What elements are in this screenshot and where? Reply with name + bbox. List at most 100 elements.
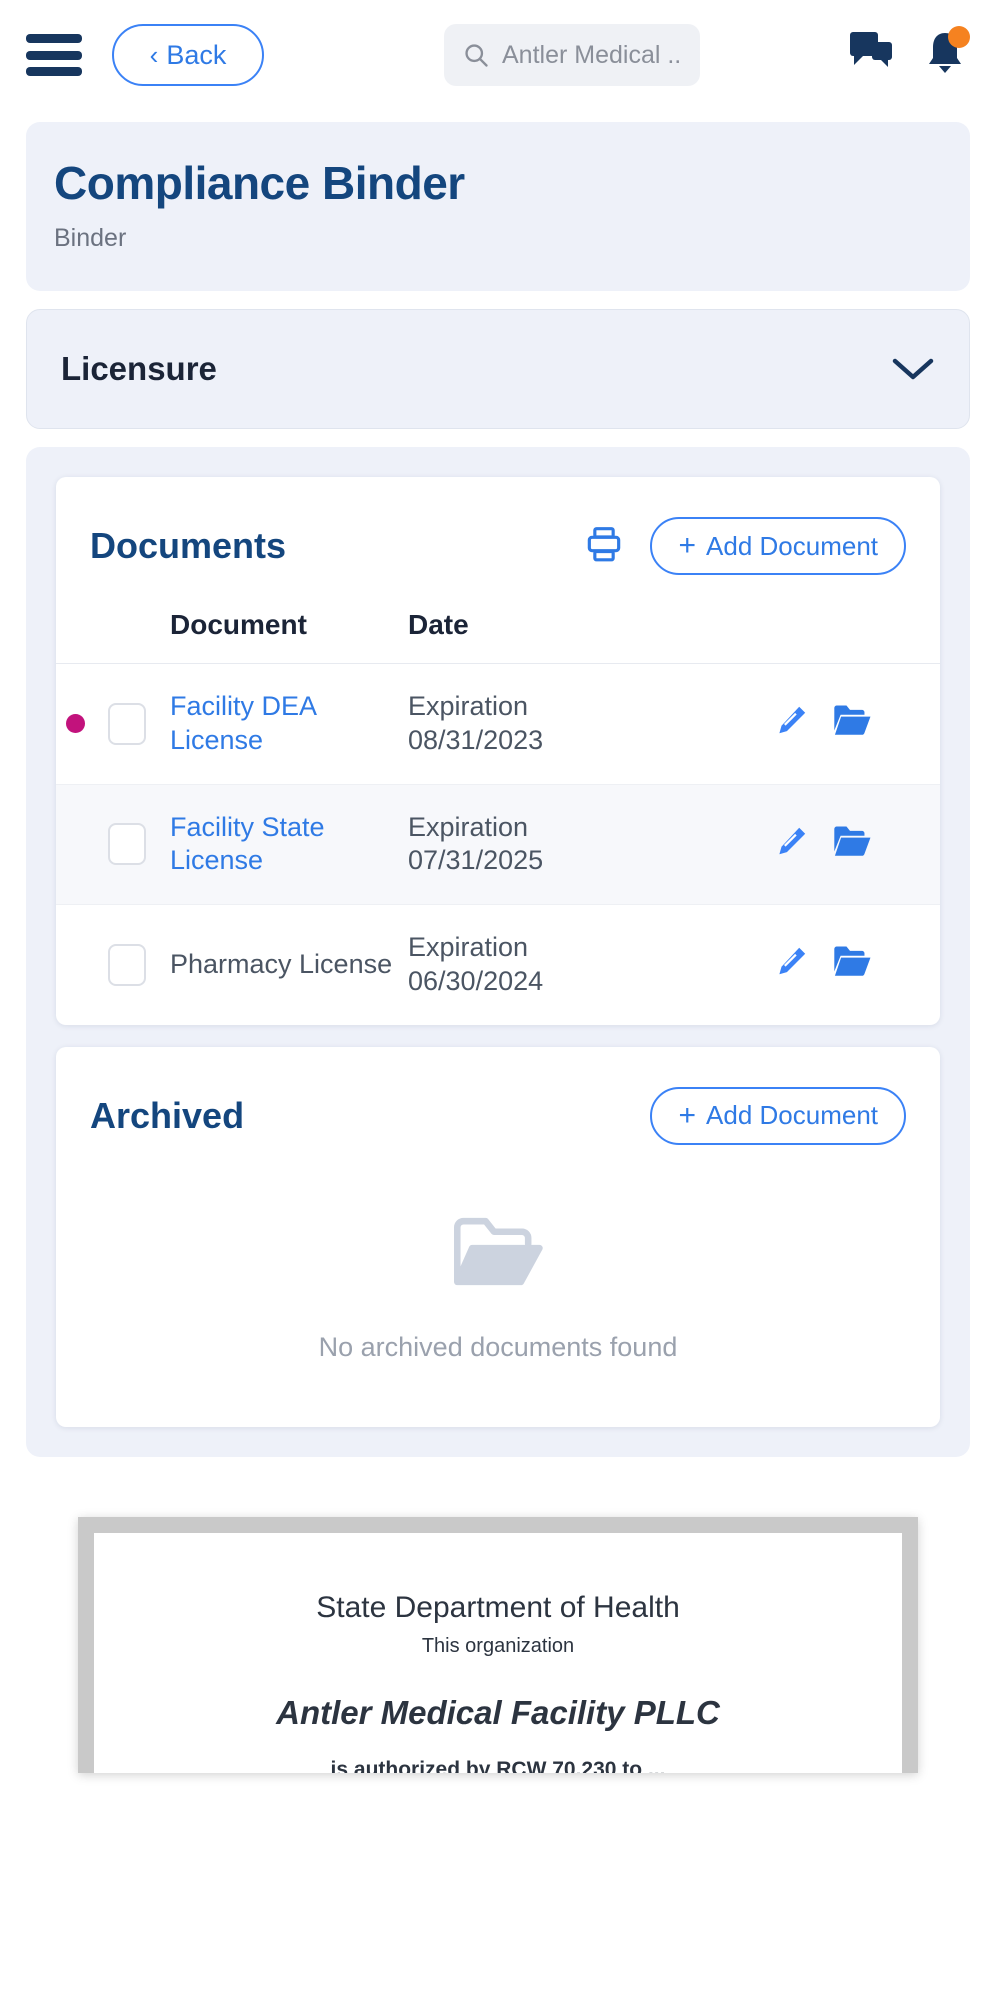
header-icon-group bbox=[850, 25, 970, 81]
print-icon[interactable] bbox=[584, 524, 624, 569]
page-title: Compliance Binder bbox=[54, 157, 465, 209]
documents-card-header: Documents + Add Document bbox=[56, 477, 940, 603]
chat-icon[interactable] bbox=[850, 31, 896, 79]
open-folder-icon[interactable] bbox=[832, 702, 872, 745]
open-folder-icon[interactable] bbox=[832, 823, 872, 866]
preview-organization: Antler Medical Facility PLLC bbox=[276, 1693, 720, 1731]
row-actions bbox=[774, 943, 940, 986]
date-value: 06/30/2024 bbox=[408, 965, 544, 996]
pencil-glyph bbox=[779, 707, 806, 734]
row-actions-cell bbox=[774, 784, 940, 905]
plus-icon: + bbox=[678, 529, 697, 562]
documents-table-body: Facility DEA License Expiration 08/31/20… bbox=[56, 663, 940, 1025]
document-link[interactable]: Facility State License bbox=[170, 812, 325, 876]
row-actions-cell bbox=[774, 905, 940, 1025]
row-checkbox[interactable] bbox=[108, 702, 146, 745]
row-document-cell: Facility State License bbox=[170, 784, 408, 905]
col-actions bbox=[774, 603, 940, 664]
row-date-cell: Expiration 06/30/2024 bbox=[408, 905, 774, 1025]
edit-pencil-icon[interactable] bbox=[774, 702, 810, 745]
notification-badge bbox=[948, 25, 970, 48]
licensure-panel: Documents + Add Document Document Date F… bbox=[26, 447, 970, 1457]
row-checkbox-cell bbox=[108, 905, 170, 1025]
preview-page: State Department of Health This organiza… bbox=[94, 1532, 902, 1773]
preview-department: State Department of Health bbox=[316, 1590, 680, 1624]
hamburger-menu-icon[interactable] bbox=[26, 34, 82, 76]
hamburger-bar bbox=[26, 34, 82, 43]
row-date-cell: Expiration 07/31/2025 bbox=[408, 784, 774, 905]
table-header-row: Document Date bbox=[56, 603, 940, 664]
accordion-label: Licensure bbox=[61, 350, 217, 387]
folder-glyph bbox=[834, 705, 871, 736]
search-icon bbox=[465, 44, 488, 67]
document-link[interactable]: Facility DEA License bbox=[170, 691, 316, 755]
row-status-cell bbox=[56, 784, 108, 905]
empty-folder-icon bbox=[454, 1217, 543, 1285]
documents-table-head: Document Date bbox=[56, 603, 940, 664]
archived-card-header: Archived + Add Document bbox=[56, 1047, 940, 1173]
page-title-card: Compliance Binder Binder bbox=[26, 122, 970, 291]
row-checkbox-cell bbox=[108, 663, 170, 785]
edit-pencil-icon[interactable] bbox=[774, 823, 810, 866]
add-document-label: Add Document bbox=[706, 1100, 878, 1130]
table-row[interactable]: Facility DEA License Expiration 08/31/20… bbox=[56, 663, 940, 785]
plus-icon: + bbox=[678, 1098, 697, 1132]
documents-table: Document Date Facility DEA License Expir… bbox=[56, 603, 940, 1025]
hamburger-bar bbox=[26, 50, 82, 60]
date-label: Expiration bbox=[408, 811, 529, 842]
folder-glyph bbox=[834, 946, 871, 977]
back-button-label: Back bbox=[166, 39, 227, 70]
table-row[interactable]: Pharmacy License Expiration 06/30/2024 bbox=[56, 905, 940, 1025]
page-body: Compliance Binder Binder Licensure Docum… bbox=[0, 122, 996, 1773]
page-subtitle: Binder bbox=[54, 224, 127, 252]
edit-pencil-icon[interactable] bbox=[774, 943, 810, 986]
documents-card: Documents + Add Document Document Date F… bbox=[56, 477, 940, 1025]
table-row[interactable]: Facility State License Expiration 07/31/… bbox=[56, 784, 940, 905]
folder-glyph bbox=[834, 826, 871, 856]
col-date-header: Date bbox=[408, 603, 774, 664]
row-actions bbox=[774, 702, 940, 745]
col-document-header: Document bbox=[170, 603, 408, 664]
notifications-bell-icon[interactable] bbox=[924, 25, 970, 81]
archived-title: Archived bbox=[90, 1094, 245, 1136]
date-label: Expiration bbox=[408, 691, 529, 721]
hamburger-bar bbox=[26, 67, 82, 76]
row-date-cell: Expiration 08/31/2023 bbox=[408, 663, 774, 785]
printer-glyph bbox=[588, 526, 621, 561]
row-checkbox[interactable] bbox=[108, 823, 146, 866]
back-button[interactable]: ‹ Back bbox=[112, 24, 264, 86]
chat-bubbles-glyph bbox=[850, 31, 892, 67]
open-folder-icon[interactable] bbox=[832, 943, 872, 986]
archived-empty-state: No archived documents found bbox=[56, 1173, 940, 1385]
date-label: Expiration bbox=[408, 932, 529, 962]
preview-body-line: is authorized by RCW 70.230 to ... bbox=[330, 1757, 666, 1773]
add-document-button-archived[interactable]: + Add Document bbox=[650, 1086, 906, 1145]
search-placeholder-text: Antler Medical ... bbox=[502, 40, 682, 69]
chevron-down-icon[interactable] bbox=[891, 356, 935, 382]
app-header: ‹ Back Antler Medical ... bbox=[0, 0, 996, 110]
document-preview[interactable]: State Department of Health This organiza… bbox=[26, 1516, 970, 1773]
chevron-left-icon: ‹ bbox=[149, 40, 159, 70]
row-document-cell: Pharmacy License bbox=[170, 905, 408, 1025]
documents-header-actions: + Add Document bbox=[584, 517, 906, 575]
archived-card: Archived + Add Document No archived docu… bbox=[56, 1046, 940, 1427]
row-checkbox[interactable] bbox=[108, 943, 146, 986]
archived-header-actions: + Add Document bbox=[650, 1086, 906, 1145]
archived-empty-text: No archived documents found bbox=[318, 1331, 678, 1362]
row-status-cell bbox=[56, 663, 108, 785]
accordion-licensure[interactable]: Licensure bbox=[26, 309, 970, 429]
preview-subtitle: This organization bbox=[421, 1634, 575, 1657]
col-status bbox=[56, 603, 108, 664]
col-checkbox bbox=[108, 603, 170, 664]
row-actions bbox=[774, 823, 940, 866]
preview-frame: State Department of Health This organiza… bbox=[78, 1516, 918, 1773]
add-document-button[interactable]: + Add Document bbox=[650, 517, 906, 575]
date-value: 08/31/2023 bbox=[408, 724, 544, 755]
pencil-glyph bbox=[779, 948, 806, 975]
pencil-glyph bbox=[779, 827, 806, 854]
row-checkbox-cell bbox=[108, 784, 170, 905]
status-dot-icon bbox=[66, 714, 85, 734]
search-input[interactable]: Antler Medical ... bbox=[444, 24, 700, 86]
date-value: 07/31/2025 bbox=[408, 845, 544, 876]
documents-title: Documents bbox=[90, 525, 287, 566]
